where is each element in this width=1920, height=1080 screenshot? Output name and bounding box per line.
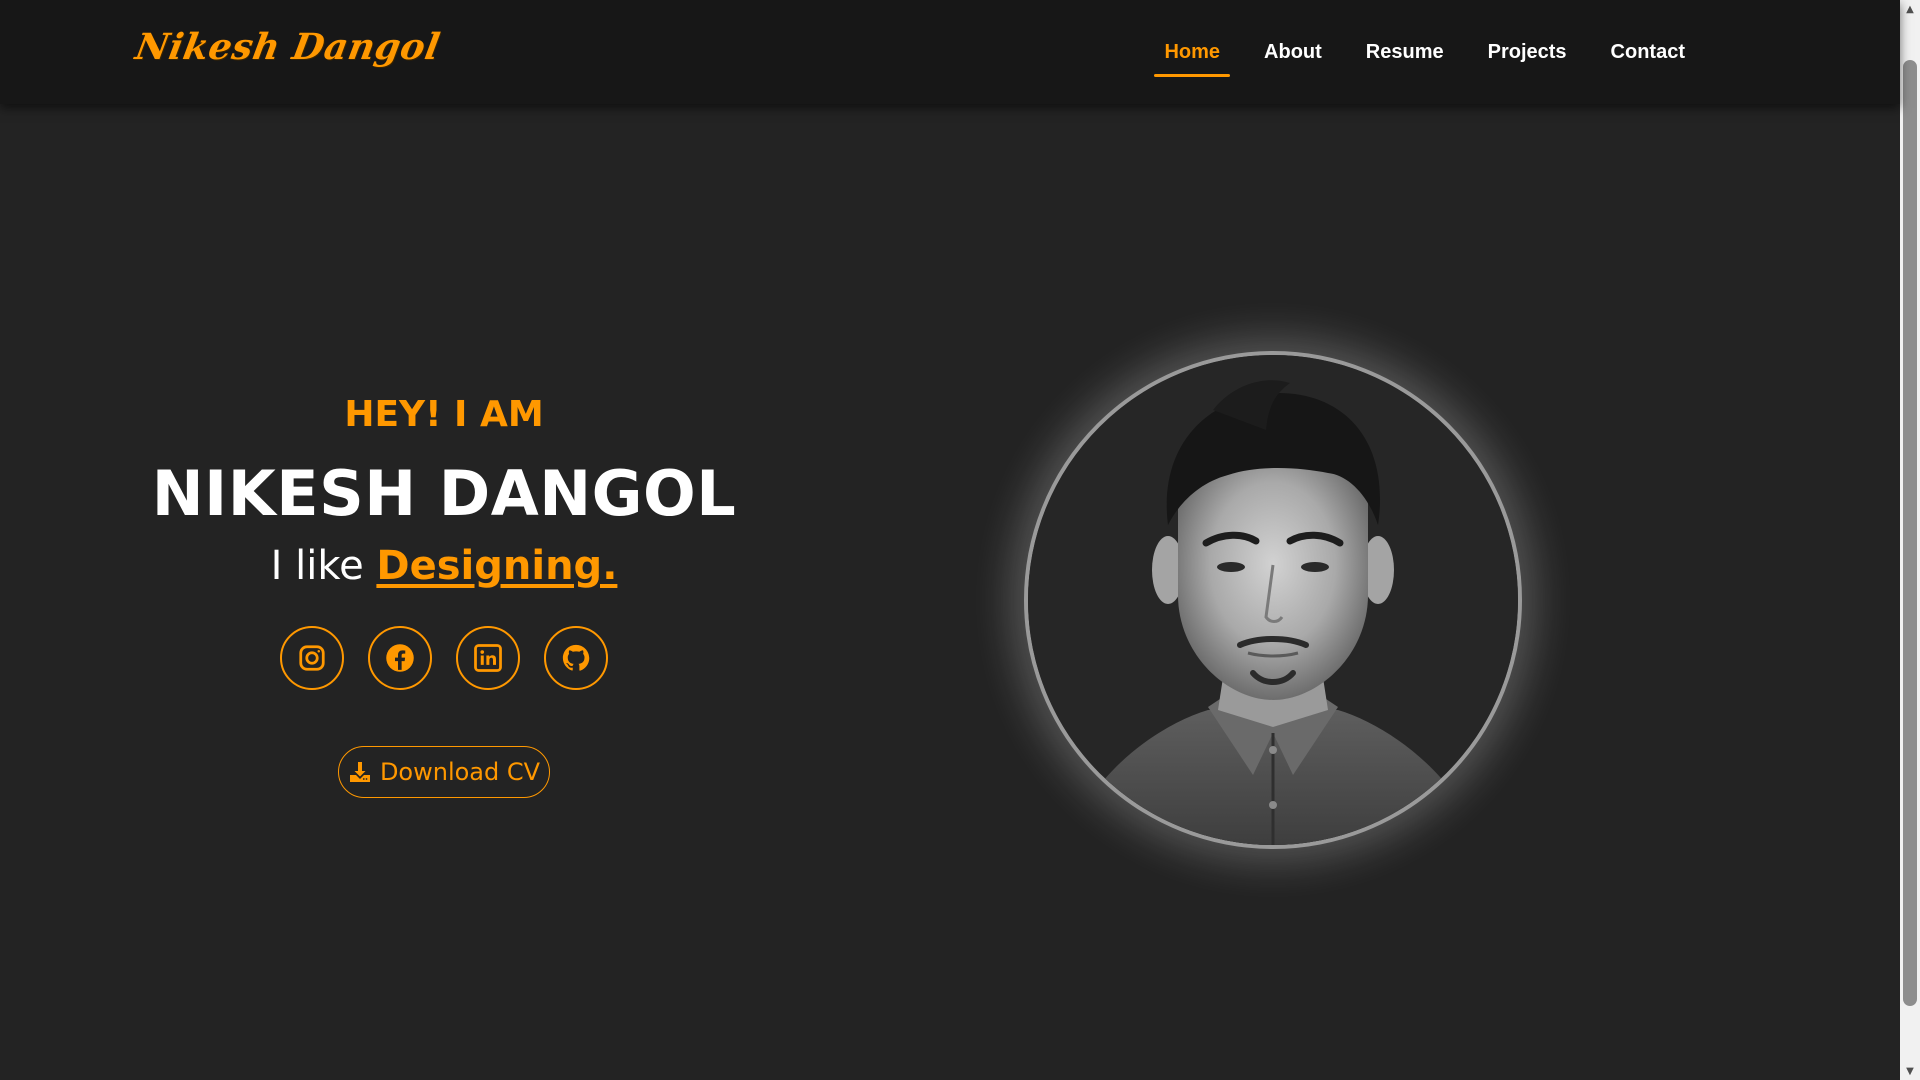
instagram-link[interactable] — [280, 626, 344, 690]
page: Nikesh Dangol Home About Resume Projects… — [0, 0, 1920, 1080]
nav-contact[interactable]: Contact — [1589, 0, 1707, 104]
scrollbar-thumb[interactable] — [1903, 60, 1917, 1006]
nav-projects[interactable]: Projects — [1466, 0, 1589, 104]
download-icon — [349, 762, 370, 782]
page-scrollbar[interactable]: ▲ ▼ — [1900, 0, 1920, 1080]
download-cv-label: Download CV — [379, 758, 541, 786]
profile-photo — [1024, 351, 1522, 849]
hero-intro: HEY! I AM NIKESH DANGOL I like Designing… — [144, 390, 744, 798]
site-logo[interactable]: Nikesh Dangol — [132, 26, 443, 68]
portrait-illustration — [1028, 355, 1518, 845]
tagline-prefix: I like — [270, 543, 377, 589]
social-links — [144, 626, 744, 690]
tagline-typed-word: Designing. — [376, 543, 618, 589]
linkedin-link[interactable] — [456, 626, 520, 690]
nav-home[interactable]: Home — [1142, 0, 1242, 104]
hero-tagline: I like Designing. — [144, 540, 744, 592]
facebook-link[interactable] — [368, 626, 432, 690]
linkedin-icon — [474, 644, 502, 672]
hero-name: NIKESH DANGOL — [151, 457, 737, 530]
download-cv-button[interactable]: Download CV — [338, 746, 550, 798]
nav-resume[interactable]: Resume — [1344, 0, 1466, 104]
facebook-icon — [386, 644, 414, 672]
navbar: Nikesh Dangol Home About Resume Projects… — [0, 0, 1900, 104]
hero-greeting: HEY! I AM — [344, 394, 544, 435]
nav-about[interactable]: About — [1242, 0, 1344, 104]
main-nav: Home About Resume Projects Contact — [1142, 0, 1707, 104]
instagram-icon — [299, 645, 325, 671]
github-icon — [562, 644, 590, 671]
scroll-down-icon[interactable]: ▼ — [1900, 1062, 1920, 1080]
github-link[interactable] — [544, 626, 608, 690]
scroll-up-icon[interactable]: ▲ — [1900, 0, 1920, 18]
